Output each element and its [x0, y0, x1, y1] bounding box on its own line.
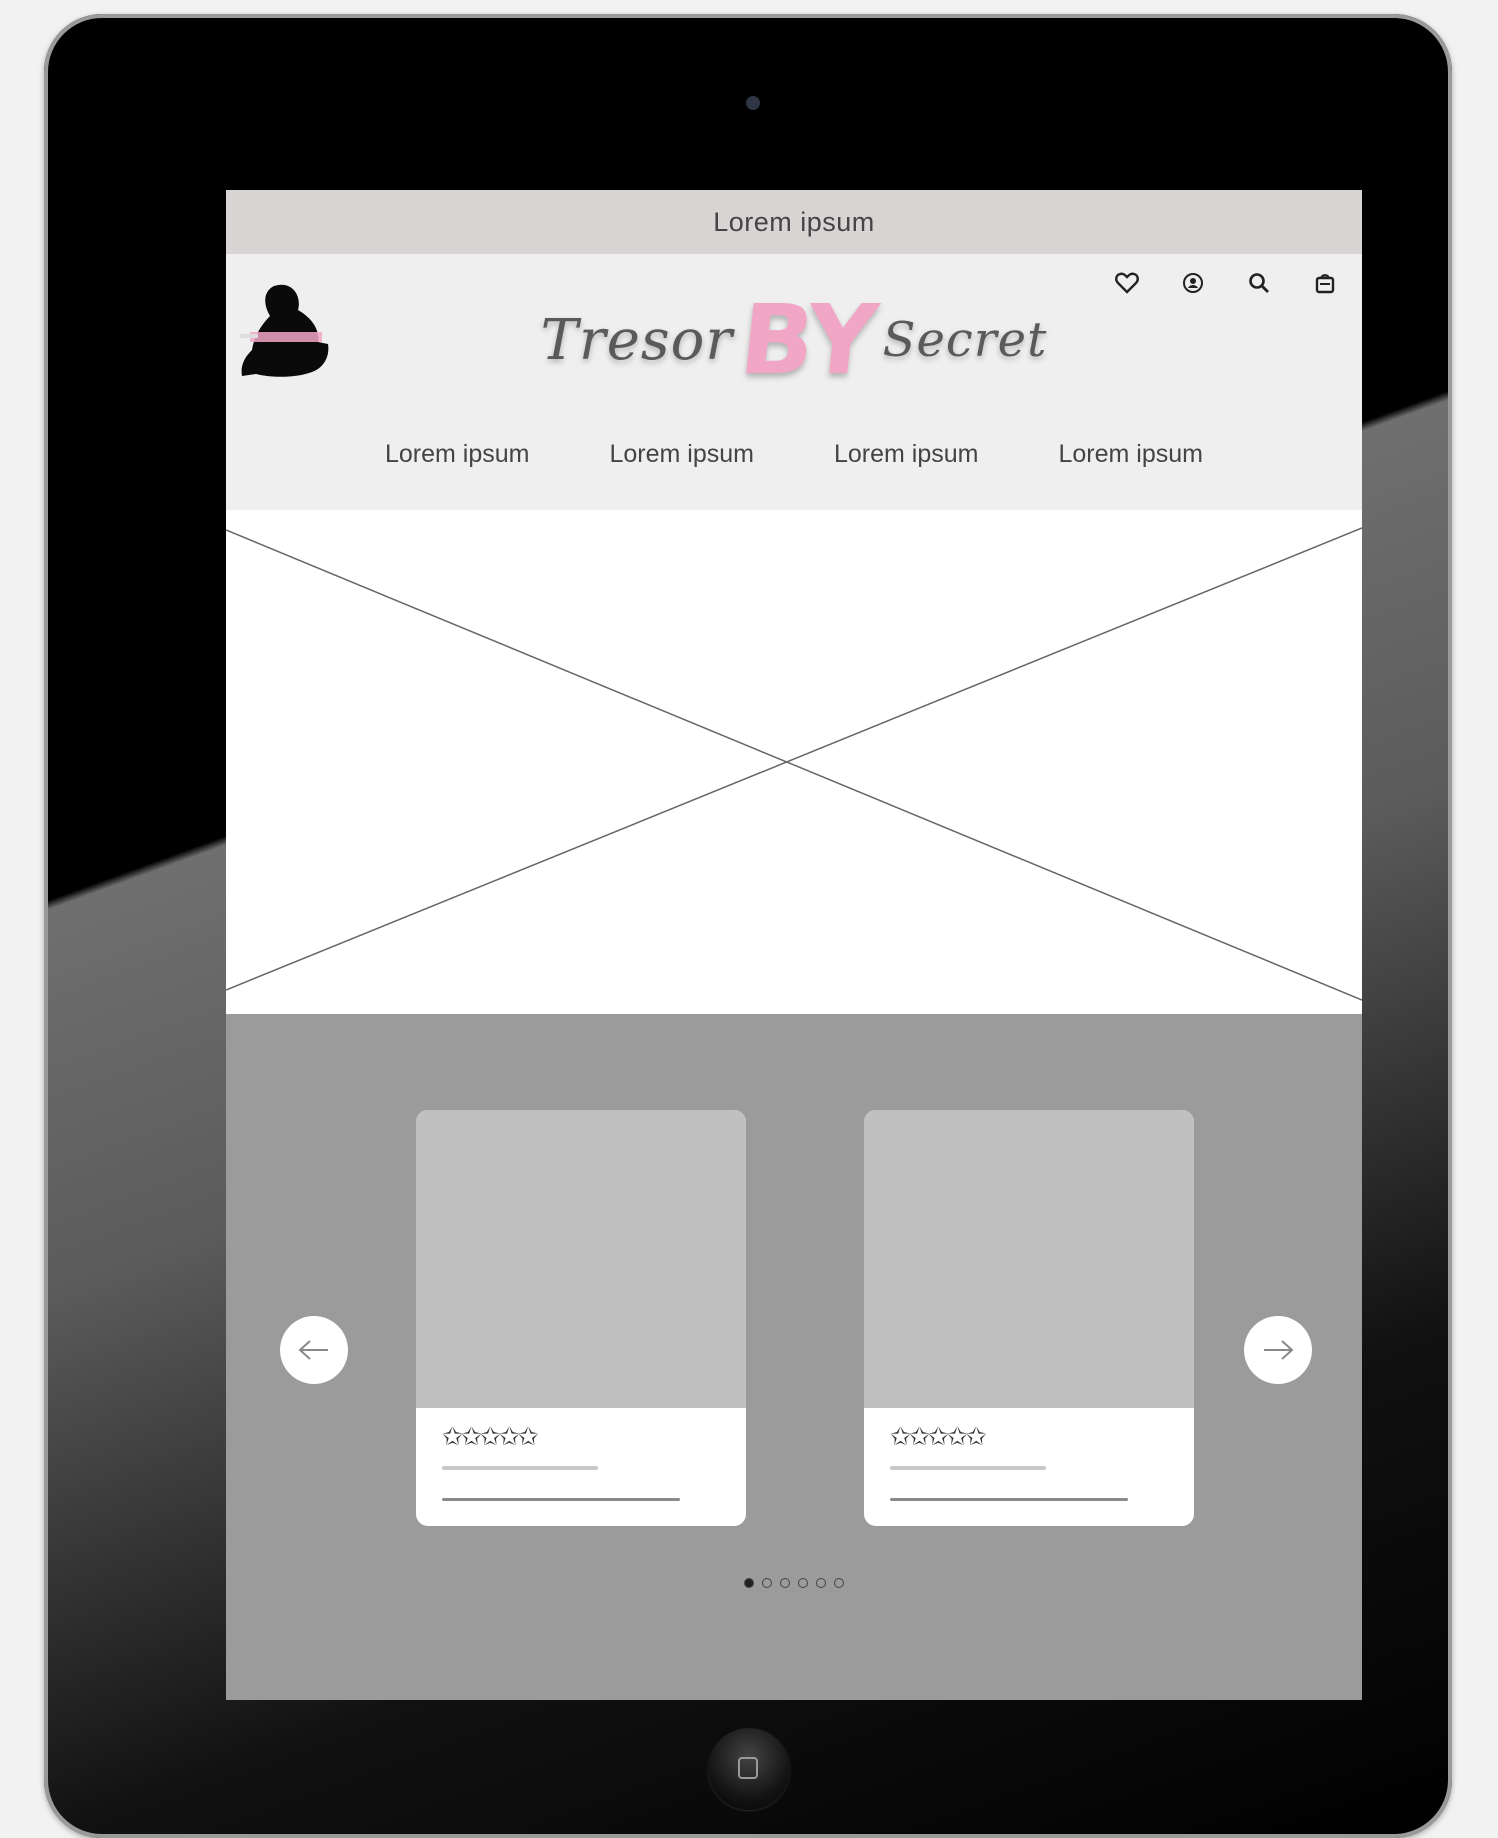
carousel-dot[interactable]: [780, 1578, 790, 1588]
rating-stars: ✩✩✩✩✩: [442, 1423, 539, 1451]
tablet-frame: Lorem ipsum Tresor BY Secret Lorem ipsum…: [44, 14, 1452, 1838]
screen: Lorem ipsum Tresor BY Secret Lorem ipsum…: [226, 190, 1362, 1700]
brand-part-3: Secret: [882, 312, 1048, 368]
placeholder-cross-icon: [226, 527, 1362, 1001]
announcement-bar: Lorem ipsum: [226, 190, 1362, 254]
rating-stars: ✩✩✩✩✩: [890, 1423, 987, 1451]
user-icon[interactable]: [1180, 270, 1206, 296]
product-image-placeholder: [416, 1110, 746, 1408]
home-square-icon: [738, 1757, 758, 1779]
nav-item-2[interactable]: Lorem ipsum: [610, 440, 755, 469]
product-price-placeholder: [442, 1498, 680, 1501]
carousel-dot[interactable]: [834, 1578, 844, 1588]
product-image-placeholder: [864, 1110, 1194, 1408]
carousel-pagination: [226, 1578, 1362, 1588]
brand-wordmark[interactable]: Tresor BY Secret: [540, 284, 1047, 396]
bag-icon[interactable]: [1312, 270, 1338, 296]
header-icons: [1114, 270, 1338, 296]
product-carousel: ✩✩✩✩✩ ✩✩✩✩✩: [226, 1014, 1362, 1700]
product-price-placeholder: [890, 1498, 1128, 1501]
carousel-dot[interactable]: [762, 1578, 772, 1588]
carousel-next-button[interactable]: [1244, 1316, 1312, 1384]
front-camera: [746, 96, 760, 110]
logo-mark[interactable]: [232, 278, 342, 388]
arrow-left-icon: [298, 1340, 328, 1360]
brand-part-2: BY: [735, 284, 881, 396]
main-nav: Lorem ipsum Lorem ipsum Lorem ipsum Lore…: [226, 424, 1362, 484]
arrow-right-icon: [1264, 1340, 1294, 1360]
logo-silhouette-icon: [240, 284, 329, 377]
carousel-dot[interactable]: [816, 1578, 826, 1588]
product-title-placeholder: [890, 1466, 1046, 1470]
search-icon[interactable]: [1246, 270, 1272, 296]
brand-part-1: Tresor: [540, 307, 734, 373]
product-card[interactable]: ✩✩✩✩✩: [864, 1110, 1194, 1526]
heart-icon[interactable]: [1114, 270, 1140, 296]
home-button[interactable]: [708, 1728, 790, 1810]
nav-item-3[interactable]: Lorem ipsum: [834, 440, 979, 469]
product-card[interactable]: ✩✩✩✩✩: [416, 1110, 746, 1526]
nav-item-1[interactable]: Lorem ipsum: [385, 440, 530, 469]
site-header: Tresor BY Secret Lorem ipsum Lorem ipsum…: [226, 254, 1362, 510]
carousel-dot[interactable]: [744, 1578, 754, 1588]
nav-item-4[interactable]: Lorem ipsum: [1059, 440, 1204, 469]
carousel-dot[interactable]: [798, 1578, 808, 1588]
hero-image-placeholder: [226, 510, 1362, 1014]
announcement-text: Lorem ipsum: [713, 206, 875, 237]
product-title-placeholder: [442, 1466, 598, 1470]
carousel-prev-button[interactable]: [280, 1316, 348, 1384]
